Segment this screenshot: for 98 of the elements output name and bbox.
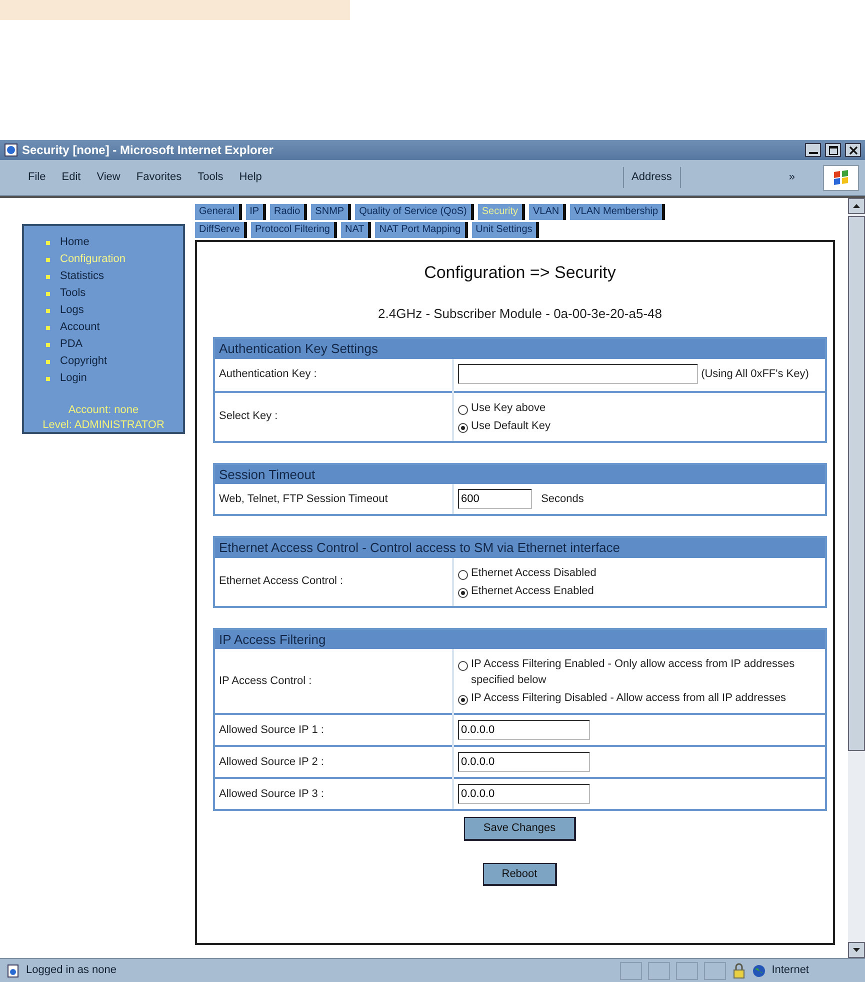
menu-item[interactable]: Tools [190, 169, 232, 186]
vertical-scrollbar[interactable] [848, 198, 865, 958]
tab[interactable]: SNMP [311, 204, 352, 220]
section-header: Session Timeout [215, 464, 825, 484]
radio-button[interactable] [458, 661, 468, 671]
tab[interactable]: Protocol Filtering [250, 222, 337, 238]
tab[interactable]: VLAN Membership [570, 204, 666, 220]
radio-label: Use Default Key [471, 418, 550, 434]
address-label: Address [622, 167, 681, 188]
nav-link[interactable]: PDA [60, 336, 83, 353]
field-label: Ethernet Access Control : [215, 558, 453, 606]
radio-button[interactable] [458, 588, 468, 598]
section-header: IP Access Filtering [215, 630, 825, 649]
nav-link[interactable]: Logs [60, 302, 84, 319]
radio-button[interactable] [458, 695, 468, 705]
page-icon [4, 143, 18, 157]
menu-item[interactable]: File [20, 169, 54, 186]
status-pane [676, 962, 698, 980]
close-button[interactable] [845, 143, 861, 157]
bullet-icon [46, 308, 50, 312]
page-title: Configuration => Security [423, 262, 617, 284]
account-text: Account: none [67, 403, 140, 418]
action-button[interactable]: Reboot [482, 862, 558, 886]
input-field[interactable]: 0.0.0.0 [458, 784, 590, 804]
field-label: Select Key : [215, 392, 453, 440]
tab[interactable]: VLAN [529, 204, 566, 220]
window-title: Security [none] - Microsoft Internet Explorer [22, 142, 274, 159]
minimize-button[interactable] [805, 143, 821, 157]
bullet-icon [46, 326, 50, 330]
tab[interactable]: Quality of Service (QoS) [355, 204, 474, 220]
bullet-icon [46, 342, 50, 346]
field-label: Allowed Source IP 2 : [215, 746, 453, 778]
nav-link[interactable]: Login [60, 370, 87, 387]
status-pane [620, 962, 642, 980]
scroll-down-button[interactable] [848, 942, 865, 958]
radio-button[interactable] [458, 404, 468, 414]
bullet-icon [46, 258, 50, 262]
minimize-icon [808, 152, 818, 154]
radio-label: Use Key above [471, 400, 546, 416]
scroll-up-button[interactable] [848, 198, 865, 214]
radio-button[interactable] [458, 422, 468, 432]
tab[interactable]: Unit Settings [472, 222, 540, 238]
nav-link[interactable]: Copyright [60, 353, 108, 370]
maximize-icon [828, 146, 838, 154]
page-icon [6, 964, 20, 978]
bullet-icon [46, 360, 50, 364]
maximize-button[interactable] [825, 143, 841, 157]
scrollbar-thumb[interactable] [848, 216, 865, 751]
field-label: Allowed Source IP 1 : [215, 714, 453, 746]
field-label: Web, Telnet, FTP Session Timeout [215, 484, 453, 514]
field-label: IP Access Control : [215, 649, 453, 714]
nav-link[interactable]: Statistics [60, 268, 104, 285]
nav-link[interactable]: Tools [60, 285, 86, 302]
action-button[interactable]: Save Changes [464, 817, 576, 840]
nav-link[interactable]: Account [60, 319, 100, 336]
down-arrow-icon [853, 948, 860, 952]
tab[interactable]: DiffServe [195, 222, 247, 238]
input-field[interactable]: 0.0.0.0 [458, 752, 590, 772]
menu-item[interactable]: View [88, 169, 128, 186]
bullet-icon [46, 376, 50, 380]
menu-item[interactable]: Favorites [128, 169, 190, 186]
lock-icon [732, 962, 746, 978]
section-header: Ethernet Access Control - Control access to SM via Ethernet interface [215, 538, 825, 558]
tab[interactable]: NAT Port Mapping [375, 222, 468, 238]
level-text: Level: ADMINISTRATOR [42, 418, 166, 433]
section-header: Authentication Key Settings [215, 339, 825, 358]
tab[interactable]: Radio [270, 204, 308, 220]
radio-label: Ethernet Access Enabled [471, 584, 594, 598]
input-field[interactable]: 600 [458, 489, 532, 509]
up-arrow-icon [853, 204, 860, 208]
menu-item[interactable]: Edit [54, 169, 89, 186]
menu-item[interactable]: Help [231, 169, 270, 186]
input-field[interactable] [458, 364, 698, 384]
bullet-icon [46, 240, 50, 244]
field-label: Authentication Key : [215, 358, 453, 392]
radio-button[interactable] [458, 570, 468, 580]
field-note: Seconds [541, 493, 584, 505]
status-pane [648, 962, 670, 980]
page-subtitle: 2.4GHz - Subscriber Module - 0a-00-3e-20-a5-48 [377, 304, 663, 322]
windows-flag-icon [832, 168, 850, 186]
tab[interactable]: IP [246, 204, 266, 220]
chevron-button[interactable]: » [780, 169, 803, 186]
close-icon [848, 146, 858, 154]
tab[interactable]: General [195, 204, 242, 220]
globe-icon [752, 964, 766, 978]
radio-label: IP Access Filtering Enabled - Only allow access from IP addresses specified below [471, 657, 796, 688]
status-pane [704, 962, 726, 980]
bullet-icon [46, 274, 50, 278]
radio-label: Ethernet Access Disabled [471, 566, 596, 580]
tab[interactable]: NAT [340, 222, 372, 238]
status-text: Logged in as none [26, 963, 118, 978]
radio-label: IP Access Filtering Disabled - Allow access from all IP addresses [471, 691, 786, 706]
zone-text: Internet [772, 963, 809, 978]
input-field[interactable]: 0.0.0.0 [458, 720, 590, 740]
bullet-icon [46, 292, 50, 296]
field-label: Allowed Source IP 3 : [215, 778, 453, 809]
field-note: (Using All 0xFF's Key) [701, 368, 809, 380]
nav-link[interactable]: Home [60, 234, 90, 251]
